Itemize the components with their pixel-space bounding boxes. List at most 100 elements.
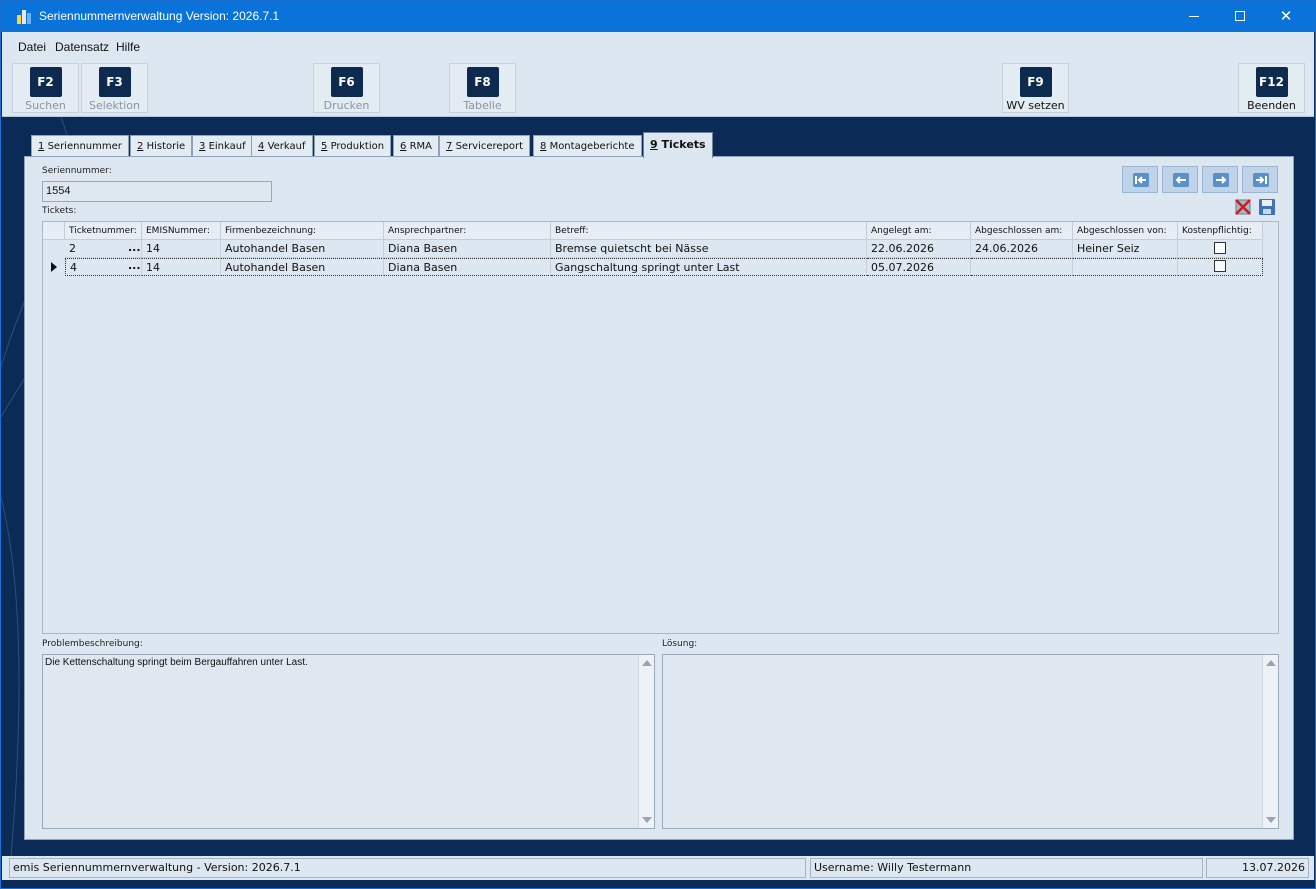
seriennummer-input[interactable]: 1554 [42, 181, 272, 202]
col-betreff[interactable]: Betreff: [551, 222, 867, 240]
tab-servicereport-label: Servicereport [455, 141, 524, 152]
cell-angelegt: 22.06.2026 [867, 240, 971, 258]
next-record-icon [1213, 173, 1229, 187]
tickets-label: Tickets: [42, 206, 77, 216]
tab-seriennummer-label: Seriennummer [47, 141, 122, 152]
cell-betreff: Bremse quietscht bei Nässe [551, 240, 867, 258]
tab-produktion-label: Produktion [330, 141, 385, 152]
f12-beenden-button[interactable]: F12 Beenden [1238, 63, 1305, 113]
f9-wv-setzen-button[interactable]: F9 WV setzen [1002, 63, 1069, 113]
previous-record-button[interactable] [1162, 166, 1198, 193]
problembeschreibung-label: Problembeschreibung: [42, 639, 143, 649]
tab-rma-num: 6 [400, 141, 407, 152]
toolbar: F2 Suchen F3 Selektion F6 Drucken F8 Tab… [2, 60, 1314, 117]
f8-tabelle-button[interactable]: F8 Tabelle [449, 63, 516, 113]
maximize-button[interactable] [1217, 1, 1263, 32]
cell-ansprechpartner: Diana Basen [384, 240, 551, 258]
minimize-icon [1189, 16, 1199, 17]
col-emisnummer[interactable]: EMISNummer: [142, 222, 221, 240]
tickets-panel: Seriennummer: 1554 Tickets: Ticketnummer… [24, 156, 1294, 840]
cell-abgeschlossen-von [1073, 258, 1178, 276]
tab-rma[interactable]: 6 RMA [393, 135, 439, 157]
col-firmenbezeichnung[interactable]: Firmenbezeichnung: [221, 222, 384, 240]
maximize-icon [1235, 11, 1245, 21]
app-window: Seriennummernverwaltung Version: 2026.7.… [0, 0, 1316, 889]
problembeschreibung-textarea[interactable]: Die Kettenschaltung springt beim Bergauf… [42, 654, 655, 829]
col-ansprechpartner[interactable]: Ansprechpartner: [384, 222, 551, 240]
scroll-up-icon[interactable] [1266, 660, 1276, 666]
save-icon [1259, 199, 1275, 215]
kostenpflichtig-checkbox[interactable] [1214, 260, 1226, 272]
col-abgeschlossen-am[interactable]: Abgeschlossen am: [971, 222, 1073, 240]
next-record-button[interactable] [1202, 166, 1238, 193]
f3-selektion-button[interactable]: F3 Selektion [81, 63, 148, 113]
table-row-selected[interactable]: 4 ... 14 Autohandel Basen Diana Basen Ga… [43, 258, 1263, 276]
cell-angelegt: 05.07.2026 [867, 258, 971, 276]
tab-produktion-num: 5 [321, 141, 328, 152]
tab-einkauf-num: 3 [199, 141, 206, 152]
col-abgeschlossen-von[interactable]: Abgeschlossen von: [1073, 222, 1178, 240]
loesung-scrollbar[interactable] [1262, 655, 1278, 828]
loesung-label: Lösung: [662, 639, 698, 649]
cell-abgeschlossen-am [971, 258, 1073, 276]
table-row[interactable]: 2 ... 14 Autohandel Basen Diana Basen Br… [43, 240, 1263, 258]
col-ticketnummer[interactable]: Ticketnummer: [65, 222, 142, 240]
f2-suchen-button[interactable]: F2 Suchen [12, 63, 79, 113]
tab-einkauf[interactable]: 3 Einkauf [192, 135, 253, 157]
tab-einkauf-label: Einkauf [208, 141, 246, 152]
status-date: 13.07.2026 [1206, 858, 1309, 878]
menu-datei[interactable]: Datei [18, 40, 46, 54]
cell-firma: Autohandel Basen [221, 240, 384, 258]
tab-montageberichte-label: Montageberichte [549, 141, 635, 152]
col-angelegt-am[interactable]: Angelegt am: [867, 222, 971, 240]
problembeschreibung-text: Die Kettenschaltung springt beim Bergauf… [45, 657, 308, 668]
window-title: Seriennummernverwaltung Version: 2026.7.… [39, 9, 280, 23]
scroll-down-icon[interactable] [1266, 817, 1276, 823]
app-chart-icon [17, 8, 35, 24]
previous-record-icon [1173, 173, 1189, 187]
tab-servicereport[interactable]: 7 Servicereport [439, 135, 531, 157]
menu-datensatz[interactable]: Datensatz [55, 40, 109, 54]
scroll-up-icon[interactable] [642, 660, 652, 666]
f3-key-icon: F3 [98, 67, 131, 97]
cell-firma: Autohandel Basen [221, 258, 384, 276]
scroll-down-icon[interactable] [642, 817, 652, 823]
first-record-button[interactable] [1122, 166, 1158, 193]
tab-tickets[interactable]: 9 Tickets [643, 132, 713, 158]
f12-label: Beenden [1247, 99, 1296, 112]
cell-emisnummer: 14 [142, 240, 221, 258]
save-button[interactable] [1258, 198, 1276, 216]
status-bar: emis Seriennummernverwaltung - Version: … [2, 856, 1314, 880]
cell-ansprechpartner: Diana Basen [384, 258, 551, 276]
loesung-textarea[interactable] [662, 654, 1279, 829]
close-button[interactable]: ✕ [1263, 1, 1309, 32]
col-kostenpflichtig[interactable]: Kostenpflichtig: [1178, 222, 1263, 240]
last-record-button[interactable] [1242, 166, 1278, 193]
delete-button[interactable] [1234, 198, 1252, 216]
tab-seriennummer[interactable]: 1 Seriennummer [31, 135, 129, 157]
ticket-lookup-button[interactable]: ... [128, 240, 141, 258]
tab-seriennummer-num: 1 [38, 141, 45, 152]
tickets-table-header: Ticketnummer: EMISNummer: Firmenbezeichn… [43, 222, 1263, 240]
menu-hilfe[interactable]: Hilfe [116, 40, 140, 54]
delete-icon [1235, 199, 1251, 215]
row-indicator-header [43, 222, 65, 240]
tab-montageberichte[interactable]: 8 Montageberichte [533, 135, 642, 157]
tab-historie[interactable]: 2 Historie [130, 135, 193, 157]
f8-label: Tabelle [463, 99, 502, 112]
status-username: Username: Willy Testermann [810, 858, 1203, 878]
minimize-button[interactable] [1171, 1, 1217, 32]
f6-drucken-button[interactable]: F6 Drucken [313, 63, 380, 113]
tab-verkauf[interactable]: 4 Verkauf [251, 135, 313, 157]
close-icon: ✕ [1279, 7, 1293, 25]
kostenpflichtig-checkbox[interactable] [1214, 242, 1226, 254]
tab-produktion[interactable]: 5 Produktion [314, 135, 392, 157]
tab-montageberichte-num: 8 [540, 141, 547, 152]
problembeschreibung-scrollbar[interactable] [638, 655, 654, 828]
f2-key-icon: F2 [29, 67, 62, 97]
ticket-lookup-button[interactable]: ... [128, 258, 141, 276]
tab-verkauf-label: Verkauf [267, 141, 306, 152]
f9-key-icon: F9 [1019, 67, 1052, 97]
title-bar: Seriennummernverwaltung Version: 2026.7.… [1, 1, 1315, 32]
tab-verkauf-num: 4 [258, 141, 265, 152]
